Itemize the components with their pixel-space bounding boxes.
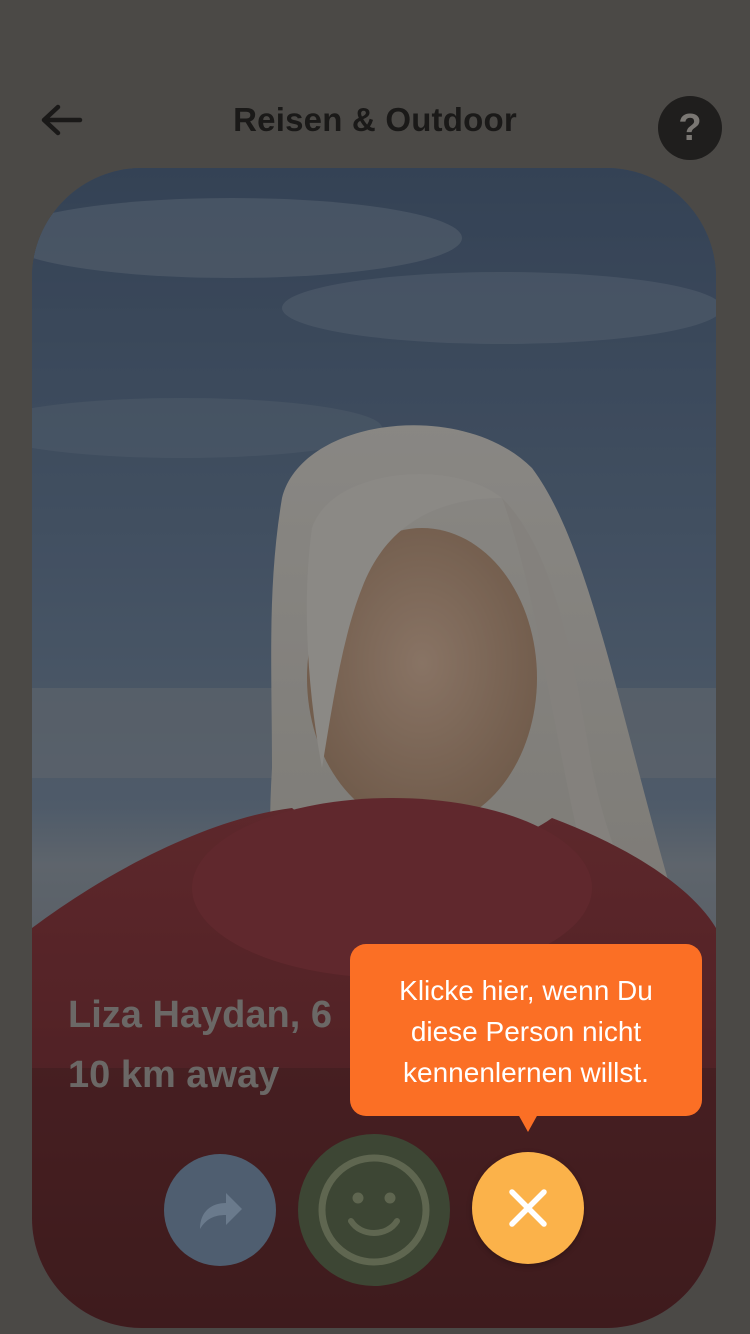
close-x-icon bbox=[509, 1189, 547, 1227]
page-title: Reisen & Outdoor bbox=[233, 101, 517, 138]
reject-button[interactable] bbox=[472, 1152, 584, 1264]
profile-name: Liza Haydan, 6 bbox=[68, 994, 332, 1036]
tooltip-line: Klicke hier, wenn Du bbox=[399, 975, 653, 1006]
share-arrow-icon bbox=[200, 1193, 242, 1229]
tooltip-line: kennenlernen willst. bbox=[403, 1057, 649, 1088]
tooltip-line: diese Person nicht bbox=[410, 1016, 642, 1047]
smiley-icon bbox=[318, 1154, 430, 1266]
profile-distance: 10 km away bbox=[68, 1054, 280, 1096]
screen: Reisen & Outdoor ? Liza Haydan, 6 10 km … bbox=[0, 0, 750, 1334]
share-button[interactable] bbox=[164, 1154, 276, 1266]
tooltip-arrow bbox=[518, 1114, 538, 1132]
help-button[interactable]: ? bbox=[658, 96, 722, 160]
reject-tooltip: Klicke hier, wenn Du diese Person nicht … bbox=[350, 944, 702, 1116]
help-icon: ? bbox=[678, 106, 702, 149]
like-button[interactable] bbox=[298, 1134, 450, 1286]
